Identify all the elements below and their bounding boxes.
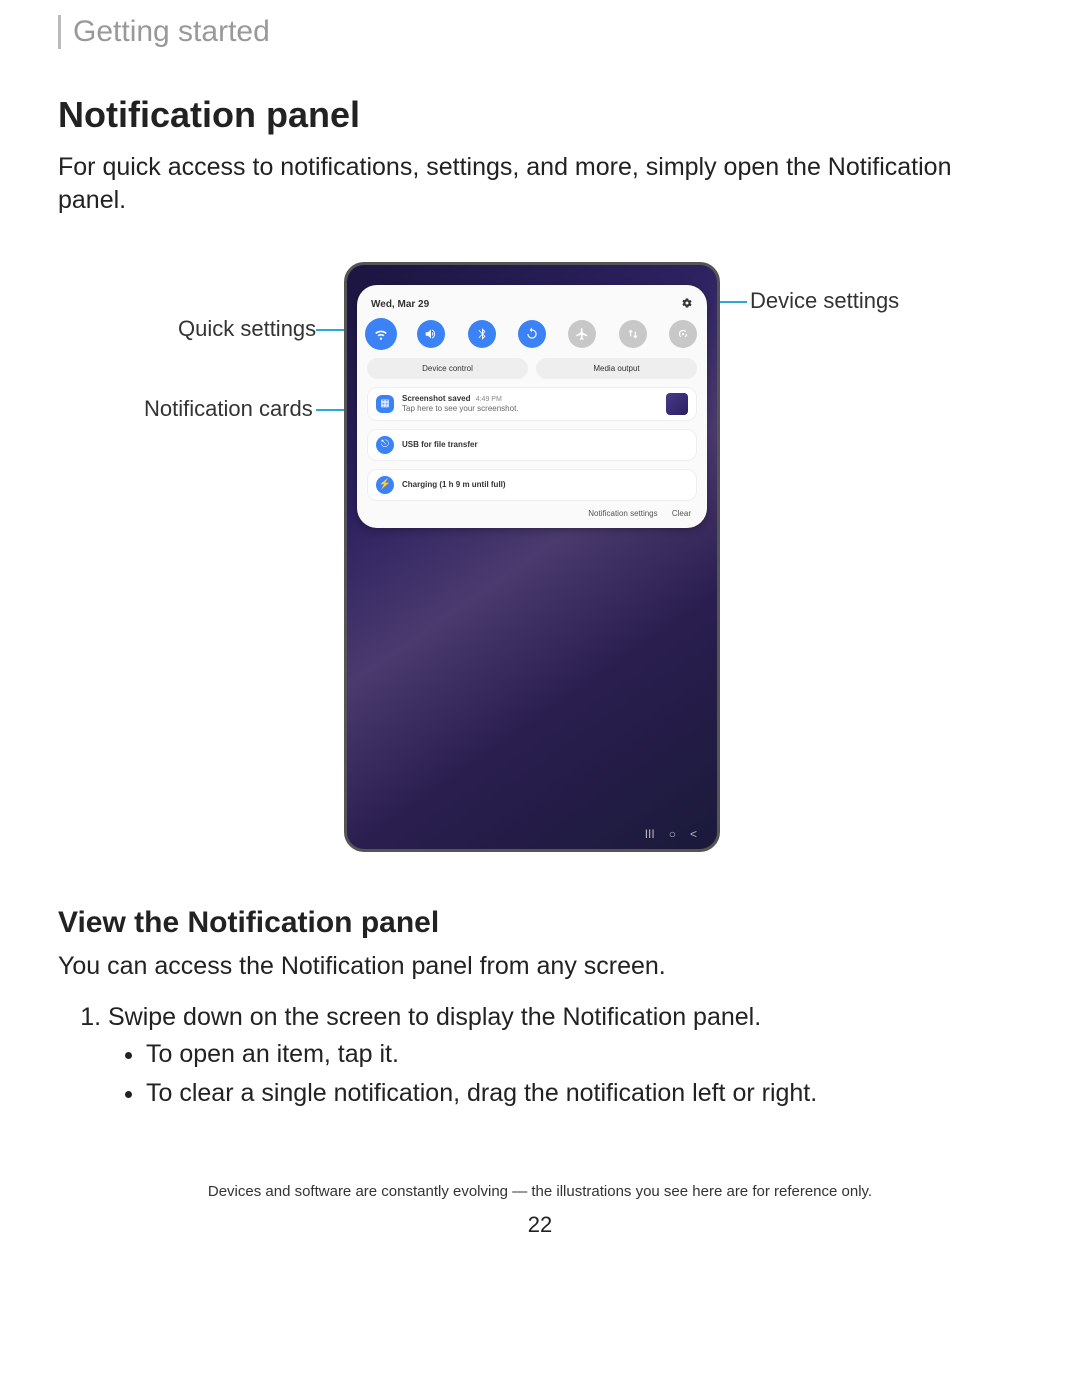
airplane-icon[interactable] — [568, 320, 596, 348]
data-icon[interactable] — [619, 320, 647, 348]
intro-text: For quick access to notifications, setti… — [58, 151, 998, 216]
quick-settings-row — [367, 320, 697, 348]
screenshot-icon: ▦ — [376, 395, 394, 413]
breadcrumb: Getting started — [58, 15, 1022, 49]
android-navbar: III ○ < — [645, 827, 697, 841]
notification-settings-link[interactable]: Notification settings — [588, 509, 657, 518]
gear-icon[interactable] — [681, 297, 693, 312]
notification-card[interactable]: ⎋ USB for file transfer — [367, 429, 697, 461]
home-icon[interactable]: ○ — [669, 827, 676, 841]
device-screenshot: Wed, Mar 29 Device control Media — [344, 262, 720, 852]
recent-icon[interactable]: III — [645, 827, 655, 841]
notif-title: Charging (1 h 9 m until full) — [402, 480, 506, 489]
bullet-item: To open an item, tap it. — [146, 1040, 1022, 1069]
device-control-button[interactable]: Device control — [367, 358, 528, 379]
rotate-icon[interactable] — [518, 320, 546, 348]
notif-title: USB for file transfer — [402, 440, 478, 449]
callout-notification-cards: Notification cards — [144, 396, 313, 422]
bullet-item: To clear a single notification, drag the… — [146, 1079, 1022, 1108]
media-output-button[interactable]: Media output — [536, 358, 697, 379]
hotspot-icon[interactable] — [669, 320, 697, 348]
screenshot-thumb — [666, 393, 688, 415]
back-icon[interactable]: < — [690, 827, 697, 841]
callout-quick-settings: Quick settings — [178, 316, 316, 342]
page-number: 22 — [58, 1212, 1022, 1238]
sound-icon[interactable] — [417, 320, 445, 348]
usb-icon: ⎋ — [376, 436, 394, 454]
notif-title: Screenshot saved — [402, 394, 470, 403]
diagram: Quick settings Notification cards Device… — [58, 256, 1022, 876]
notif-sub: Tap here to see your screenshot. — [402, 404, 519, 414]
notification-card[interactable]: ▦ Screenshot saved 4:49 PM Tap here to s… — [367, 387, 697, 421]
panel-date: Wed, Mar 29 — [371, 299, 429, 310]
subheading-intro: You can access the Notification panel fr… — [58, 952, 1022, 981]
notification-panel: Wed, Mar 29 Device control Media — [357, 285, 707, 528]
charging-icon: ⚡ — [376, 476, 394, 494]
notif-time: 4:49 PM — [476, 396, 502, 403]
step-text: Swipe down on the screen to display the … — [108, 1003, 761, 1031]
steps-list: Swipe down on the screen to display the … — [58, 1003, 1022, 1108]
clear-link[interactable]: Clear — [672, 509, 691, 518]
subheading: View the Notification panel — [58, 906, 1022, 940]
page-title: Notification panel — [58, 94, 1022, 136]
callout-device-settings: Device settings — [750, 288, 899, 314]
footnote: Devices and software are constantly evol… — [58, 1183, 1022, 1200]
bluetooth-icon[interactable] — [468, 320, 496, 348]
wifi-icon[interactable] — [367, 320, 395, 348]
notification-card[interactable]: ⚡ Charging (1 h 9 m until full) — [367, 469, 697, 501]
